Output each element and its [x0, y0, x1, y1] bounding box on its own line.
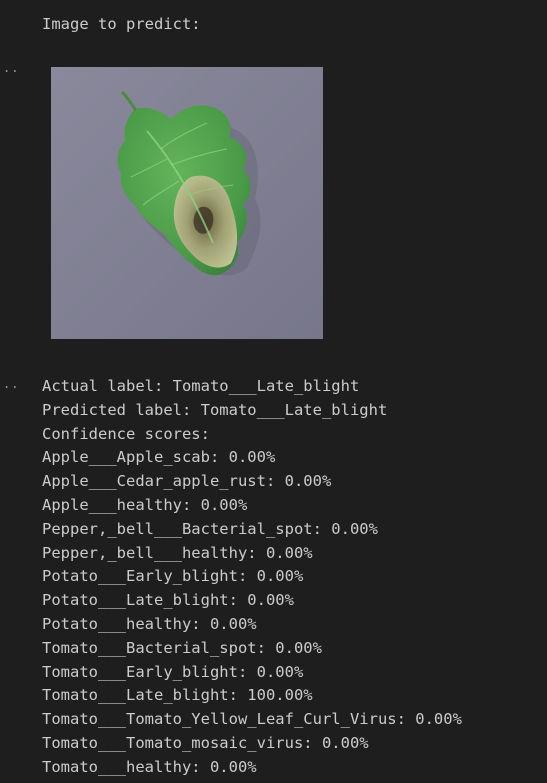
confidence-score-item: Tomato___healthy: 0.00% [42, 757, 257, 776]
prediction-output: Actual label: Tomato___Late_blight Predi… [42, 375, 462, 780]
leaf-image [51, 67, 323, 339]
confidence-score-item: Tomato___Late_blight: 100.00% [42, 686, 313, 705]
cell-output-marker[interactable]: .. [3, 378, 19, 390]
confidence-score-item: Tomato___Bacterial_spot: 0.00% [42, 638, 322, 657]
confidence-score-item: Pepper,_bell___Bacterial_spot: 0.00% [42, 519, 378, 538]
tomato-leaf-picture [51, 67, 323, 339]
confidence-score-item: Tomato___Tomato_mosaic_virus: 0.00% [42, 733, 369, 752]
confidence-score-item: Apple___Cedar_apple_rust: 0.00% [42, 472, 332, 491]
confidence-score-item: Potato___Late_blight: 0.00% [42, 591, 294, 610]
output-title: Image to predict: [42, 15, 201, 33]
confidence-score-item: Potato___healthy: 0.00% [42, 614, 257, 633]
confidence-score-list: Apple___Apple_scab: 0.00% Apple___Cedar_… [42, 446, 462, 779]
predicted-label: Predicted label: Tomato___Late_blight [42, 400, 388, 419]
confidence-score-item: Potato___Early_blight: 0.00% [42, 567, 304, 586]
cell-output-marker[interactable]: .. [3, 62, 19, 74]
confidence-score-item: Pepper,_bell___healthy: 0.00% [42, 543, 313, 562]
actual-label: Actual label: Tomato___Late_blight [42, 377, 360, 395]
confidence-score-item: Tomato___Tomato_Yellow_Leaf_Curl_Virus: … [42, 710, 462, 729]
confidence-header: Confidence scores: [42, 424, 210, 443]
confidence-score-item: Apple___healthy: 0.00% [42, 495, 248, 514]
confidence-score-item: Apple___Apple_scab: 0.00% [42, 448, 276, 467]
confidence-score-item: Tomato___Early_blight: 0.00% [42, 662, 304, 681]
